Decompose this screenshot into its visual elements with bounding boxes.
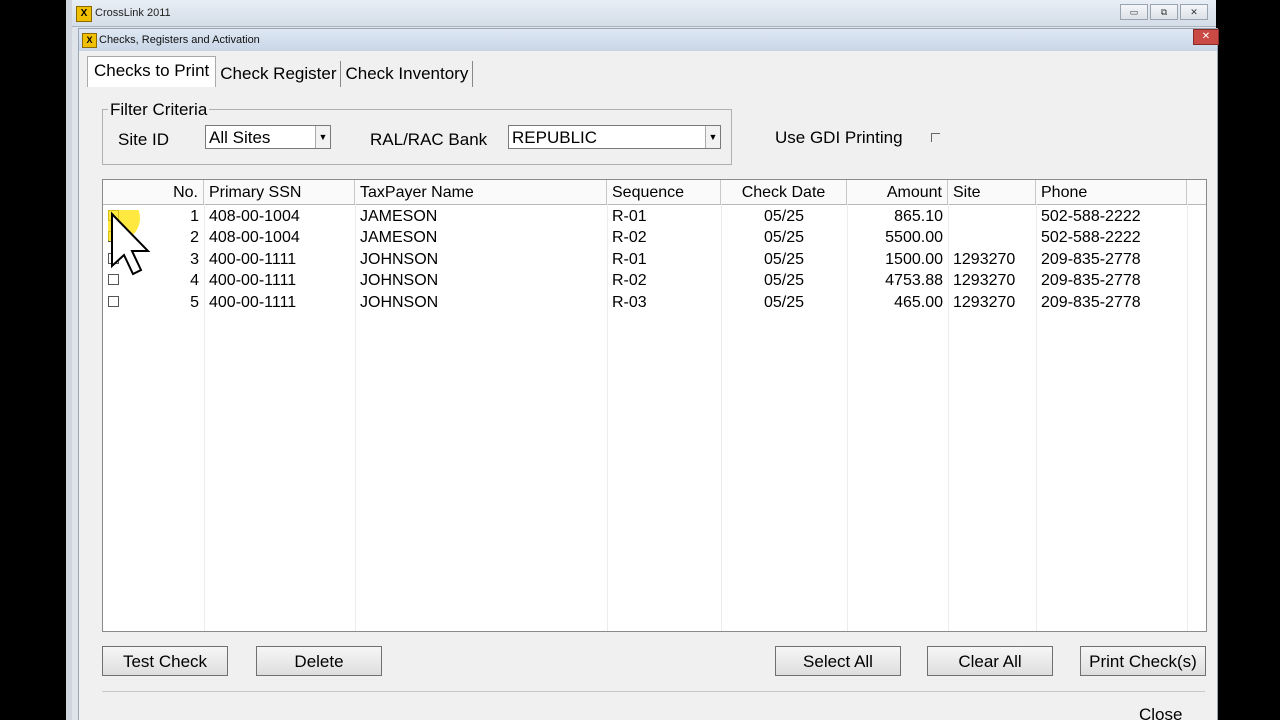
cell-phone: 209-835-2778 — [1041, 294, 1141, 311]
cell-site: 1293270 — [953, 294, 1016, 311]
cell-ssn: 408-00-1004 — [209, 208, 300, 225]
tab-check-inventory[interactable]: Check Inventory — [341, 61, 474, 87]
minimize-icon[interactable]: ▭ — [1120, 4, 1148, 20]
cell-ssn: 400-00-1111 — [209, 251, 297, 268]
delete-button[interactable]: Delete — [256, 646, 382, 676]
cell-name: JOHNSON — [360, 251, 439, 268]
cell-name: JOHNSON — [360, 272, 439, 289]
cell-site: 1293270 — [953, 251, 1016, 268]
app-titlebar: X CrossLink 2011 ▭ ⧉ ✕ — [72, 0, 1216, 27]
app-logo-icon: X — [76, 6, 92, 22]
select-all-button[interactable]: Select All — [775, 646, 901, 676]
cell-sequence: R-03 — [612, 294, 647, 311]
cell-name: JOHNSON — [360, 294, 439, 311]
restore-icon[interactable]: ⧉ — [1150, 4, 1178, 20]
divider — [102, 691, 1205, 692]
site-id-value: All Sites — [209, 128, 271, 147]
col-site[interactable]: Site — [948, 180, 1036, 204]
close-button[interactable]: Close — [1139, 705, 1182, 720]
checks-grid: No. Primary SSN TaxPayer Name Sequence C… — [102, 179, 1207, 632]
cell-name: JAMESON — [360, 208, 438, 225]
tab-check-register[interactable]: Check Register — [216, 61, 342, 87]
bank-select[interactable]: REPUBLIC ▼ — [508, 125, 721, 149]
cell-amount: 865.10 — [894, 208, 943, 225]
gdi-printing-label: Use GDI Printing — [775, 128, 903, 147]
cell-phone: 502-588-2222 — [1041, 208, 1141, 225]
cell-sequence: R-01 — [612, 208, 647, 225]
tab-checks-to-print[interactable]: Checks to Print — [87, 56, 217, 87]
close-icon[interactable]: ✕ — [1180, 4, 1208, 20]
checks-dialog: X Checks, Registers and Activation ✕ Che… — [78, 28, 1219, 720]
app-window: X CrossLink 2011 ▭ ⧉ ✕ X Checks, Registe… — [72, 0, 1219, 720]
cell-site: 1293270 — [953, 272, 1016, 289]
cell-amount: 465.00 — [894, 294, 943, 311]
table-row[interactable]: 5 400-00-1111 JOHNSON R-03 05/25 465.00 … — [103, 292, 1206, 313]
bank-value: REPUBLIC — [512, 128, 598, 147]
dialog-close-icon[interactable]: ✕ — [1193, 29, 1219, 45]
bank-label: RAL/RAC Bank — [370, 130, 488, 149]
cell-sequence: R-02 — [612, 272, 647, 289]
cell-date: 05/25 — [763, 208, 805, 225]
filter-criteria-legend: Filter Criteria — [108, 100, 210, 120]
tab-bar: Checks to Print Check Register Check Inv… — [87, 56, 474, 87]
cell-phone: 209-835-2778 — [1041, 251, 1141, 268]
table-row[interactable]: 3 400-00-1111 JOHNSON R-01 05/25 1500.00… — [103, 249, 1206, 270]
cell-site — [948, 227, 1036, 248]
cell-date: 05/25 — [763, 229, 805, 246]
chevron-down-icon[interactable]: ▼ — [705, 126, 720, 148]
cell-ssn: 400-00-1111 — [209, 272, 297, 289]
dialog-title: Checks, Registers and Activation — [99, 34, 260, 46]
col-check-date[interactable]: Check Date — [721, 180, 847, 204]
table-row[interactable]: 1 408-00-1004 JAMESON R-01 05/25 865.10 … — [103, 206, 1206, 227]
dialog-logo-icon: X — [82, 33, 97, 48]
col-no[interactable]: No. — [103, 180, 204, 204]
cell-sequence: R-01 — [612, 251, 647, 268]
gdi-printing-checkbox[interactable] — [931, 133, 940, 142]
col-name[interactable]: TaxPayer Name — [355, 180, 607, 204]
window-controls: ▭ ⧉ ✕ — [1120, 4, 1208, 20]
chevron-down-icon[interactable]: ▼ — [315, 126, 330, 148]
app-title: CrossLink 2011 — [95, 7, 171, 19]
mouse-pointer-icon — [108, 210, 151, 276]
col-amount[interactable]: Amount — [847, 180, 948, 204]
cell-amount: 5500.00 — [885, 229, 943, 246]
cell-phone: 502-588-2222 — [1041, 229, 1141, 246]
cell-date: 05/25 — [763, 294, 805, 311]
dialog-titlebar: X Checks, Registers and Activation ✕ — [79, 29, 1219, 51]
cell-ssn: 400-00-1111 — [209, 294, 297, 311]
col-phone[interactable]: Phone — [1036, 180, 1187, 204]
cell-name: JAMESON — [360, 229, 438, 246]
test-check-button[interactable]: Test Check — [102, 646, 228, 676]
desktop-right — [1216, 0, 1280, 720]
clear-all-button[interactable]: Clear All — [927, 646, 1053, 676]
screen: X CrossLink 2011 ▭ ⧉ ✕ X Checks, Registe… — [0, 0, 1280, 720]
site-id-label: Site ID — [118, 130, 170, 149]
cell-phone: 209-835-2778 — [1041, 272, 1141, 289]
cell-amount: 1500.00 — [885, 251, 943, 268]
col-sequence[interactable]: Sequence — [607, 180, 721, 204]
cell-site — [948, 206, 1036, 227]
grid-header: No. Primary SSN TaxPayer Name Sequence C… — [103, 180, 1206, 205]
table-row[interactable]: 2 408-00-1004 JAMESON R-02 05/25 5500.00… — [103, 227, 1206, 248]
site-id-select[interactable]: All Sites ▼ — [205, 125, 331, 149]
cell-ssn: 408-00-1004 — [209, 229, 300, 246]
cell-date: 05/25 — [763, 272, 805, 289]
cell-sequence: R-02 — [612, 229, 647, 246]
desktop-left — [0, 0, 66, 720]
cell-no: 5 — [190, 294, 199, 311]
print-checks-button[interactable]: Print Check(s) — [1080, 646, 1206, 676]
table-row[interactable]: 4 400-00-1111 JOHNSON R-02 05/25 4753.88… — [103, 270, 1206, 291]
col-ssn[interactable]: Primary SSN — [204, 180, 355, 204]
cell-amount: 4753.88 — [885, 272, 943, 289]
cell-date: 05/25 — [763, 251, 805, 268]
